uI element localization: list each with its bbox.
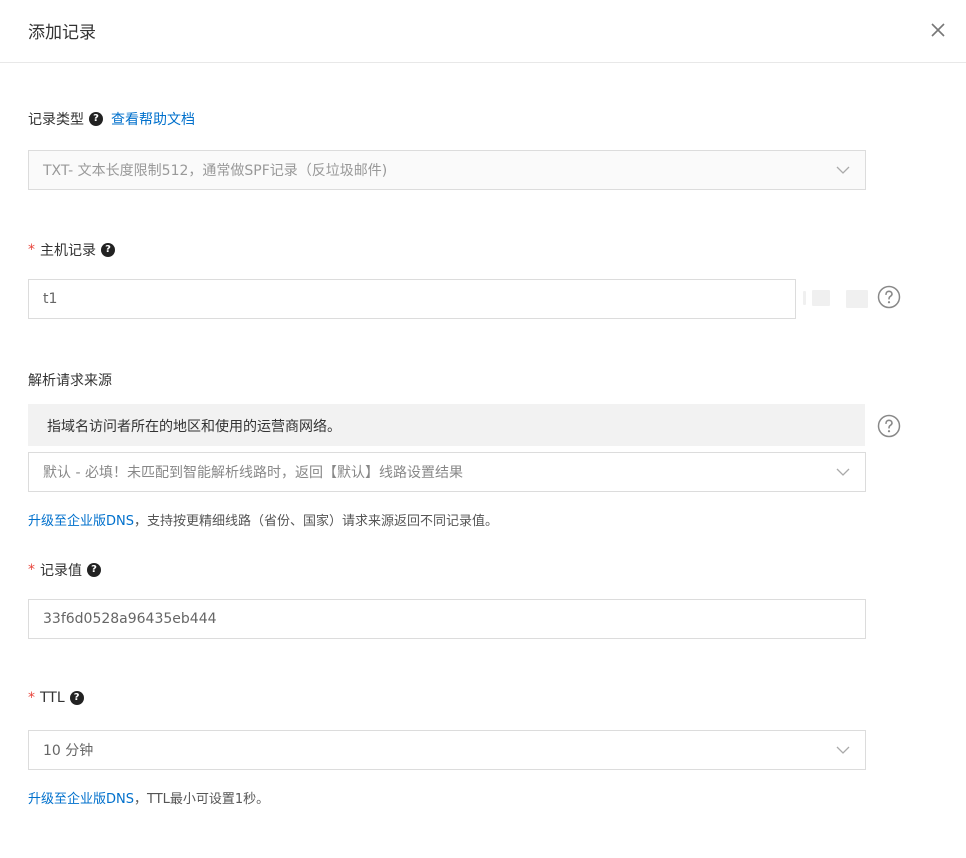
resolve-source-tooltip-text: 指域名访问者所在的地区和使用的运营商网络。 [47, 419, 341, 435]
record-value-input[interactable] [28, 599, 866, 639]
question-filled-icon[interactable]: ? [89, 112, 103, 126]
ttl-select[interactable]: 10 分钟 [28, 730, 866, 770]
chevron-down-icon [836, 468, 850, 476]
resolve-source-value: 默认 - 必填！未匹配到智能解析线路时，返回【默认】线路设置结果 [43, 465, 463, 481]
resolve-source-label: 解析请求来源 [28, 373, 112, 389]
question-circle-icon[interactable] [877, 414, 901, 438]
ttl-upgrade-hint: 升级至企业版DNS，TTL最小可设置1秒。 [28, 788, 269, 807]
record-type-label-row: 记录类型 ? 查看帮助文档 [28, 109, 195, 129]
resolve-source-tooltip: 指域名访问者所在的地区和使用的运营商网络。 [28, 404, 865, 446]
record-value-label-row: * 记录值 ? [28, 560, 101, 580]
question-filled-icon[interactable]: ? [69, 691, 84, 705]
host-record-label-row: * 主机记录 ? [28, 240, 115, 260]
question-circle-icon[interactable] [877, 285, 901, 309]
resolve-source-upgrade-text: ，支持按更精细线路（省份、国家）请求来源返回不同记录值。 [134, 514, 499, 529]
ttl-value: 10 分钟 [43, 743, 94, 759]
required-mark: * [28, 242, 35, 258]
question-filled-icon[interactable]: ? [87, 563, 101, 577]
resolve-source-upgrade-hint: 升级至企业版DNS，支持按更精细线路（省份、国家）请求来源返回不同记录值。 [28, 510, 498, 529]
domain-suffix-blurred [812, 290, 830, 306]
record-type-label: 记录类型 [28, 112, 84, 128]
help-doc-link[interactable]: 查看帮助文档 [111, 109, 195, 129]
ttl-upgrade-text: ，TTL最小可设置1秒。 [134, 792, 270, 807]
resolve-source-select[interactable]: 默认 - 必填！未匹配到智能解析线路时，返回【默认】线路设置结果 [28, 452, 866, 492]
host-record-input[interactable] [28, 279, 796, 319]
record-value-label: 记录值 [40, 563, 82, 579]
record-type-select[interactable]: TXT- 文本长度限制512，通常做SPF记录（反垃圾邮件) [28, 150, 866, 190]
dialog-title: 添加记录 [28, 23, 96, 43]
domain-suffix-blurred [846, 290, 868, 308]
required-mark: * [28, 562, 35, 578]
chevron-down-icon [836, 166, 850, 174]
required-mark: * [28, 690, 35, 706]
dialog-header: 添加记录 [0, 0, 966, 63]
upgrade-enterprise-dns-link[interactable]: 升级至企业版DNS [28, 792, 134, 807]
domain-suffix-blurred [803, 291, 806, 305]
ttl-label-row: * TTL ? [28, 690, 84, 706]
record-type-value: TXT- 文本长度限制512，通常做SPF记录（反垃圾邮件) [43, 163, 388, 179]
ttl-label: TTL [40, 690, 65, 706]
upgrade-enterprise-dns-link[interactable]: 升级至企业版DNS [28, 514, 134, 529]
close-icon[interactable] [927, 19, 949, 41]
chevron-down-icon [836, 746, 850, 754]
host-record-label: 主机记录 [40, 243, 96, 259]
question-filled-icon[interactable]: ? [101, 243, 115, 257]
resolve-source-label-row: 解析请求来源 [28, 370, 112, 390]
